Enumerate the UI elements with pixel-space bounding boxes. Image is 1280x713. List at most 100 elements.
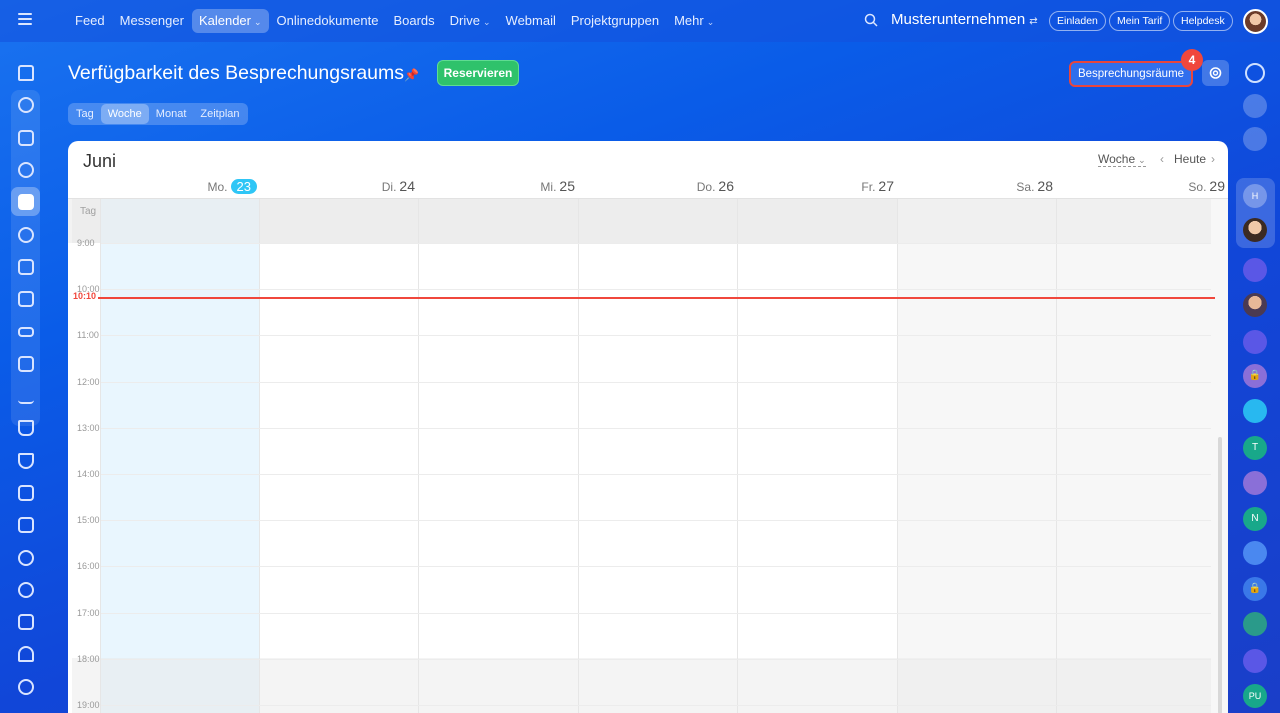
chevron-down-icon: ⌄ xyxy=(1138,155,1146,165)
copilot-icon[interactable] xyxy=(1243,94,1267,118)
nav-item-feed[interactable]: Feed xyxy=(68,9,112,33)
scrollbar[interactable] xyxy=(1218,437,1222,713)
copilot-chat-icon-3[interactable] xyxy=(1243,649,1267,673)
day-column[interactable] xyxy=(418,199,578,713)
weekday-label: Fr. xyxy=(861,180,876,194)
copilot-chat-icon[interactable] xyxy=(1243,258,1267,282)
robot-icon[interactable] xyxy=(18,550,34,566)
schedule-icon[interactable] xyxy=(18,517,34,533)
group-chat-icon[interactable] xyxy=(1243,399,1267,423)
helpdesk-button[interactable]: Helpdesk xyxy=(1173,11,1233,31)
day-header[interactable]: Do. 26 xyxy=(578,178,734,196)
hour-label: 19:00 xyxy=(77,700,100,710)
sign-icon[interactable] xyxy=(18,614,34,630)
day-header[interactable]: Mo. 23 xyxy=(100,178,257,196)
avatar-user-2[interactable] xyxy=(1243,293,1267,317)
nav-item-messenger[interactable]: Messenger xyxy=(113,9,191,33)
nav-item-label: Projektgruppen xyxy=(570,13,660,28)
company-switcher[interactable]: Musterunternehmen ⇄ xyxy=(891,11,1038,28)
day-header[interactable]: Mi. 25 xyxy=(418,178,575,196)
pin-icon[interactable]: 📌 xyxy=(404,68,419,82)
feed-icon[interactable] xyxy=(18,97,34,113)
nav-item-onlinedokumente[interactable]: Onlinedokumente xyxy=(270,9,386,33)
current-time-label: 10:10 xyxy=(73,291,97,301)
day-number: 27 xyxy=(878,178,894,194)
day-header[interactable]: Sa. 28 xyxy=(897,178,1053,196)
nav-item-projektgruppen[interactable]: Projektgruppen xyxy=(564,9,666,33)
nav-item-webmail[interactable]: Webmail xyxy=(499,9,563,33)
view-mode-select[interactable]: Woche ⌄ xyxy=(1098,152,1146,167)
tab-tag[interactable]: Tag xyxy=(69,104,101,124)
avatar-t[interactable]: T xyxy=(1243,436,1267,460)
chat-icon[interactable] xyxy=(18,162,34,178)
meeting-rooms-button[interactable]: Besprechungsräume xyxy=(1069,61,1193,87)
tasks-icon[interactable] xyxy=(18,291,34,307)
tab-woche[interactable]: Woche xyxy=(100,104,149,124)
day-number: 28 xyxy=(1037,178,1053,194)
chat-search-icon[interactable] xyxy=(1243,127,1267,151)
hour-line xyxy=(101,474,1211,475)
drive-icon[interactable] xyxy=(18,327,34,337)
tab-zeitplan[interactable]: Zeitplan xyxy=(193,104,246,124)
day-header[interactable]: So. 29 xyxy=(1056,178,1225,196)
nav-item-label: Drive xyxy=(449,13,480,28)
gear-icon xyxy=(1209,67,1222,79)
shop-icon[interactable] xyxy=(18,420,34,436)
nav-item-drive[interactable]: Drive ⌄ xyxy=(443,9,498,33)
menu-icon[interactable] xyxy=(18,13,32,27)
search-icon[interactable] xyxy=(864,13,878,27)
hour-label: 11:00 xyxy=(77,330,99,341)
avatar-h[interactable]: H xyxy=(1243,184,1267,208)
tab-monat[interactable]: Monat xyxy=(149,104,194,124)
avatar-user[interactable] xyxy=(1243,218,1267,242)
my-plan-button[interactable]: Mein Tarif xyxy=(1109,11,1171,31)
day-number: 25 xyxy=(559,178,575,194)
notification-bell-icon[interactable] xyxy=(1245,63,1265,83)
lock-icon[interactable]: 🔒 xyxy=(1243,364,1267,388)
hour-line xyxy=(101,705,1211,706)
avatar-pu[interactable]: PU xyxy=(1243,684,1267,708)
user-avatar[interactable] xyxy=(1243,9,1268,34)
day-column[interactable] xyxy=(100,199,260,713)
hour-line xyxy=(101,658,1211,660)
funnel-icon[interactable] xyxy=(18,453,34,469)
presentation-icon[interactable] xyxy=(18,356,34,372)
next-week-arrow-icon[interactable]: › xyxy=(1211,152,1215,166)
document-icon[interactable] xyxy=(18,130,34,146)
docs-icon[interactable] xyxy=(18,259,34,275)
week-grid[interactable]: Tag 9:00 10:00 11:00 12:00 13:00 14:00 15:00 16… xyxy=(68,198,1228,713)
day-column[interactable] xyxy=(737,199,897,713)
month-label: Juni xyxy=(83,151,117,171)
invite-button[interactable]: Einladen xyxy=(1049,11,1106,31)
settings-button[interactable] xyxy=(1202,60,1229,86)
task-chat-icon-2[interactable] xyxy=(1243,612,1267,636)
day-header[interactable]: Di. 24 xyxy=(259,178,415,196)
contacts-icon[interactable] xyxy=(18,227,34,243)
hour-line xyxy=(101,612,1211,614)
headset-icon[interactable] xyxy=(18,646,34,662)
home-icon[interactable] xyxy=(18,65,34,81)
day-column[interactable] xyxy=(259,199,418,713)
avatar-n[interactable]: N xyxy=(1243,507,1267,531)
calendar-icon[interactable] xyxy=(18,194,34,210)
team-icon[interactable] xyxy=(1243,541,1267,565)
day-column[interactable] xyxy=(897,199,1056,713)
day-column[interactable] xyxy=(1056,199,1228,713)
nav-item-kalender[interactable]: Kalender ⌄ xyxy=(191,9,269,33)
prev-week-arrow-icon[interactable]: ‹ xyxy=(1160,152,1164,166)
reserve-button[interactable]: Reservieren xyxy=(437,60,519,86)
lock-icon-2[interactable]: 🔒 xyxy=(1243,577,1267,601)
task-chat-icon[interactable] xyxy=(1243,471,1267,495)
analytics-icon[interactable] xyxy=(18,388,34,404)
nav-item-mehr[interactable]: Mehr ⌄ xyxy=(667,9,721,33)
switch-icon: ⇄ xyxy=(1029,16,1038,27)
chevron-down-icon: ⌄ xyxy=(483,17,491,27)
day-header[interactable]: Fr. 27 xyxy=(737,178,894,196)
id-card-icon[interactable] xyxy=(18,485,34,501)
nav-item-boards[interactable]: Boards xyxy=(386,9,441,33)
copilot-chat-icon-2[interactable] xyxy=(1243,330,1267,354)
day-column[interactable] xyxy=(578,199,737,713)
settings-icon[interactable] xyxy=(18,679,34,695)
target-icon[interactable] xyxy=(18,582,34,598)
today-button[interactable]: Heute xyxy=(1174,152,1206,166)
